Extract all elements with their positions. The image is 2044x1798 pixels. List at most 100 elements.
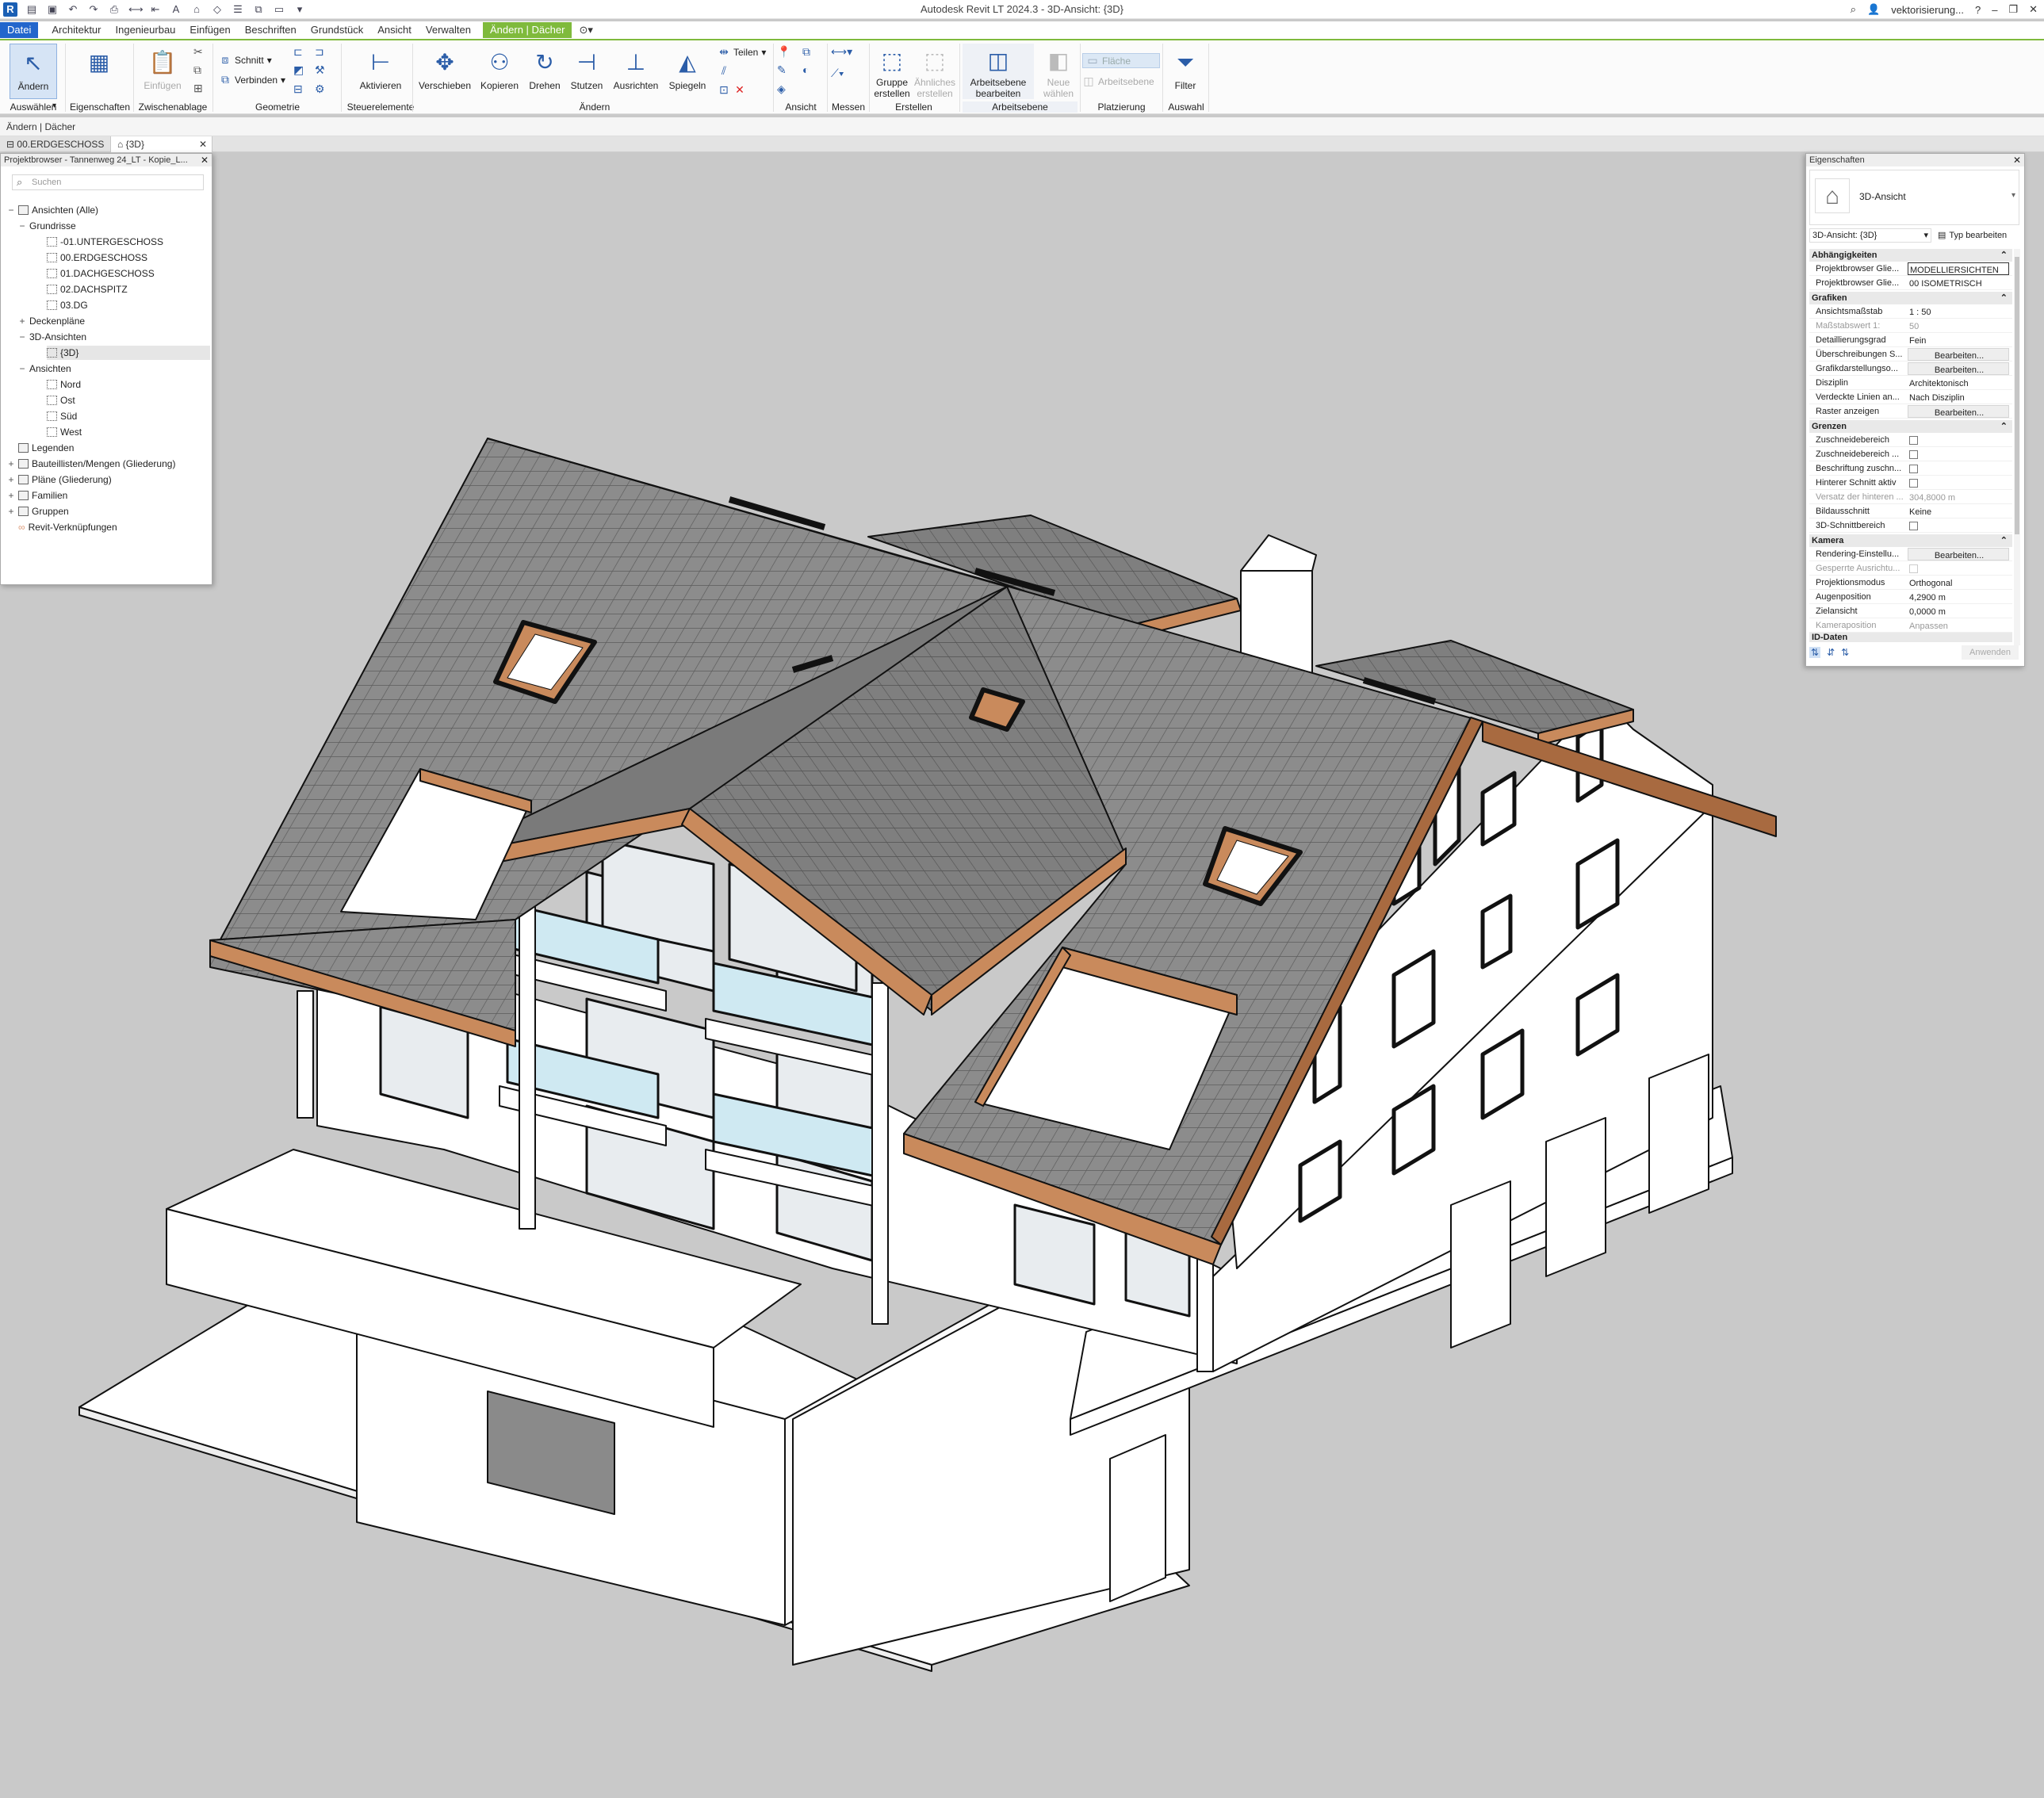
checkbox[interactable] <box>1909 522 1918 530</box>
view-tab-erdgeschoss[interactable]: ⊟ 00.ERDGESCHOSS <box>0 136 111 152</box>
tree-view-item[interactable]: Ost <box>47 393 75 407</box>
prop-row[interactable]: Hinterer Schnitt aktiv <box>1809 476 2012 490</box>
override-icon[interactable]: ◈ <box>777 82 799 98</box>
close-icon[interactable]: ✕ <box>2013 155 2021 166</box>
properties-scrollbar[interactable] <box>2014 249 2020 645</box>
browser-search-input[interactable]: Suchen <box>12 174 204 190</box>
revit-logo[interactable]: R <box>3 2 17 17</box>
print-icon[interactable]: ⎙ <box>108 3 121 16</box>
placement-workplane-button[interactable]: ◫ Arbeitsebene <box>1082 75 1160 88</box>
instance-selector[interactable]: 3D-Ansicht: {3D} ▾ <box>1809 228 1931 243</box>
prop-row[interactable]: Projektbrowser Glie... 00 ISOMETRISCH <box>1809 276 2012 290</box>
tree-view-item[interactable]: 03.DG <box>47 298 88 312</box>
tree-gruppen[interactable]: + Gruppen <box>7 504 68 518</box>
edit-button[interactable]: Bearbeiten... <box>1908 362 2009 375</box>
tab-grundstueck[interactable]: Grundstück <box>304 22 370 38</box>
switch-windows-icon[interactable]: ▭ <box>273 3 285 16</box>
scrollbar-thumb[interactable] <box>2015 257 2019 534</box>
cut-geometry-button[interactable]: ⧈ Schnitt ▾ <box>219 53 285 67</box>
prop-row[interactable]: Zuschneidebereich <box>1809 433 2012 447</box>
tab-ingenieurbau[interactable]: Ingenieurbau <box>109 22 183 38</box>
group-grafiken[interactable]: Grafiken ⌃ <box>1809 292 2012 304</box>
copy-button[interactable]: ⚇ Kopieren <box>476 44 523 99</box>
tree-view-item[interactable]: -01.UNTERGESCHOSS <box>47 235 163 249</box>
delete-button[interactable]: ⊡ ✕ <box>718 83 766 97</box>
close-hidden-icon[interactable]: ⧉ <box>252 3 265 16</box>
sort-desc-icon[interactable]: ⇅ <box>1841 647 1849 658</box>
tree-ansichten[interactable]: − Ansichten <box>18 362 71 376</box>
mirror-button[interactable]: ◭ Spiegeln <box>664 44 710 99</box>
expand-icon[interactable]: + <box>7 472 15 487</box>
sort-asc-icon[interactable]: ⇵ <box>1827 647 1835 658</box>
properties-button[interactable]: ▦ <box>79 44 119 99</box>
group-id-daten[interactable]: ID-Daten <box>1809 633 2012 642</box>
measure-distance-icon[interactable]: ⟷▾ <box>831 45 866 59</box>
apply-button[interactable]: Anwenden <box>1962 645 2019 660</box>
filter-button[interactable]: ⏷ Filter <box>1166 44 1205 99</box>
prop-row[interactable]: Detaillierungsgrad Fein <box>1809 333 2012 347</box>
prop-row[interactable]: Bildausschnitt Keine <box>1809 504 2012 518</box>
face-button[interactable]: ▭ Fläche <box>1082 53 1160 68</box>
prop-row[interactable]: Raster anzeigen Bearbeiten... <box>1809 404 2012 419</box>
split-button[interactable]: ⇹ Teilen ▾ <box>718 45 766 59</box>
edit-type-button[interactable]: ▤ Typ bearbeiten <box>1938 228 2007 243</box>
modify-button[interactable]: ↖ Ändern <box>10 44 57 99</box>
tree-ansichten-alle[interactable]: − Ansichten (Alle) <box>7 203 98 217</box>
prop-row[interactable]: Beschriftung zuschn... <box>1809 461 2012 476</box>
pin-icon[interactable]: 📍 <box>777 45 799 60</box>
checkbox[interactable] <box>1909 450 1918 459</box>
prop-row[interactable]: Projektionsmodus Orthogonal <box>1809 576 2012 590</box>
customize-icon[interactable]: ▾ <box>293 3 306 16</box>
tab-architektur[interactable]: Architektur <box>44 22 108 38</box>
split-face-icon[interactable]: ⊐ <box>315 45 333 60</box>
tab-datei[interactable]: Datei <box>0 22 39 38</box>
prop-row[interactable]: Zuschneidebereich ... <box>1809 447 2012 461</box>
tree-revit-links[interactable]: ∞ Revit-Verknüpfungen <box>18 520 117 534</box>
prop-row[interactable]: Augenposition 4,2900 m <box>1809 590 2012 604</box>
3d-view-icon[interactable]: ⌂ <box>190 3 203 16</box>
checkbox[interactable] <box>1909 436 1918 445</box>
text-icon[interactable]: A <box>170 3 182 16</box>
join-button[interactable]: ⧉ Verbinden ▾ <box>219 73 285 86</box>
prop-row[interactable]: Rendering-Einstellu... Bearbeiten... <box>1809 547 2012 561</box>
move-button[interactable]: ✥ Verschieben <box>416 44 473 99</box>
pick-new-button[interactable]: ◧ Neue wählen <box>1039 44 1078 100</box>
tree-view-item[interactable]: 02.DACHSPITZ <box>47 282 128 296</box>
offset-button[interactable]: ⫽ <box>718 64 766 78</box>
checkbox[interactable] <box>1909 465 1918 473</box>
tree-grundrisse[interactable]: − Grundrisse <box>18 219 75 233</box>
user-icon[interactable]: 👤 <box>1867 3 1880 16</box>
help-icon[interactable]: ? <box>1975 4 1981 16</box>
collapse-icon[interactable]: − <box>18 330 26 344</box>
cut-icon[interactable]: ✂ <box>193 45 208 59</box>
group-kamera[interactable]: Kamera ⌃ <box>1809 534 2012 547</box>
tab-overflow-icon[interactable]: ⊙▾ <box>572 22 599 38</box>
dimension-icon[interactable]: ⇤ <box>149 3 162 16</box>
demolish-icon[interactable]: ⚒ <box>315 63 333 78</box>
tree-3d-ansichten[interactable]: −3D-Ansichten <box>18 330 86 344</box>
wall-join-icon[interactable]: ⊏ <box>293 45 312 60</box>
pen-icon[interactable]: ✎ <box>777 63 799 78</box>
close-tab-icon[interactable]: ✕ <box>199 136 207 152</box>
unpin-icon[interactable]: ⧉ <box>802 45 825 60</box>
rotate-button[interactable]: ↻ Drehen <box>525 44 565 99</box>
tree-familien[interactable]: + Familien <box>7 488 67 503</box>
dimension-tool-icon[interactable]: ⟋▾ <box>831 67 866 80</box>
create-group-button[interactable]: ⬚ Gruppe erstellen <box>871 44 913 100</box>
paint-icon[interactable]: ◩ <box>293 63 312 78</box>
group-grenzen[interactable]: Grenzen ⌃ <box>1809 420 2012 433</box>
expand-icon[interactable]: + <box>7 504 15 518</box>
paste-button[interactable]: 📋 Einfügen <box>143 44 182 99</box>
edit-button[interactable]: Bearbeiten... <box>1908 405 2009 418</box>
tab-einfuegen[interactable]: Einfügen <box>182 22 237 38</box>
section-icon[interactable]: ◇ <box>211 3 224 16</box>
group-abhaengigkeiten[interactable]: Abhängigkeiten ⌃ <box>1809 249 2012 262</box>
match-icon[interactable]: ⊞ <box>193 82 208 95</box>
3d-viewport[interactable] <box>0 153 2044 1798</box>
collapse-icon[interactable]: − <box>18 219 26 233</box>
tab-ansicht[interactable]: Ansicht <box>370 22 419 38</box>
measure-icon[interactable]: ⟷ <box>128 3 144 16</box>
save-icon[interactable]: ▣ <box>46 3 59 16</box>
trim-button[interactable]: ⊣ Stutzen <box>567 44 607 99</box>
tree-legenden[interactable]: Legenden <box>18 441 74 455</box>
